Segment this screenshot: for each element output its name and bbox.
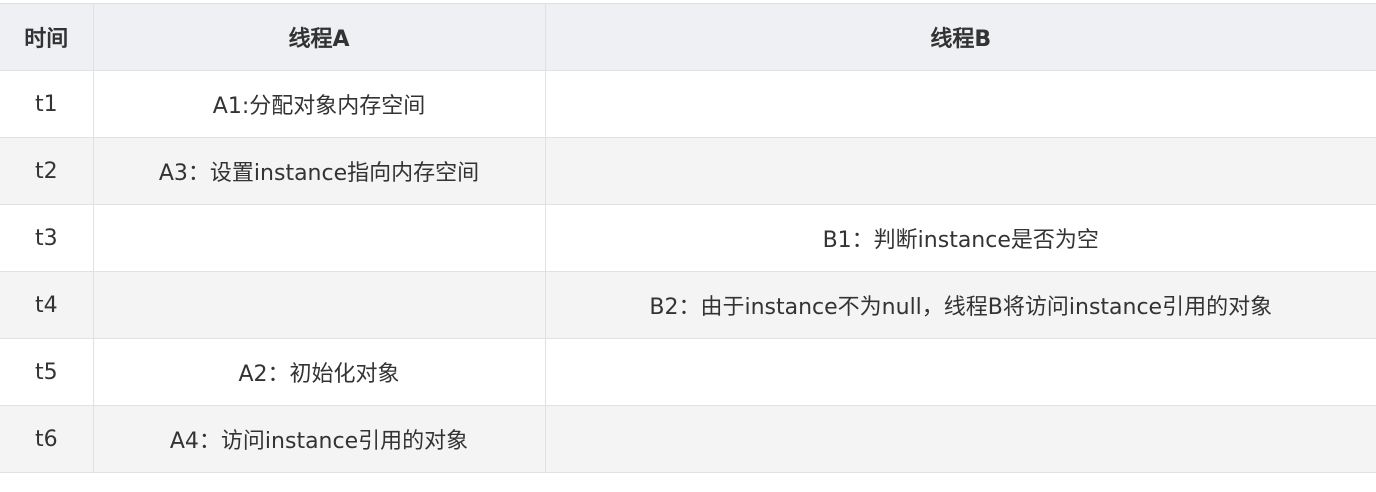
table-row: t6 A4：访问instance引用的对象	[0, 405, 1376, 473]
cell-thread-b	[544, 137, 1376, 205]
cell-thread-a	[92, 271, 546, 339]
cell-thread-a: A4：访问instance引用的对象	[92, 405, 546, 473]
table-row: t3 B1：判断instance是否为空	[0, 204, 1376, 272]
cell-time: t6	[0, 405, 94, 473]
cell-time: t2	[0, 137, 94, 205]
cell-thread-a: A3：设置instance指向内存空间	[92, 137, 546, 205]
cell-time: t3	[0, 204, 94, 272]
cell-thread-a: A2：初始化对象	[92, 338, 546, 406]
cell-thread-b: B1：判断instance是否为空	[544, 204, 1376, 272]
table-row: t4 B2：由于instance不为null，线程B将访问instance引用的…	[0, 271, 1376, 339]
table-row: t1 A1:分配对象内存空间	[0, 70, 1376, 138]
cell-thread-b: B2：由于instance不为null，线程B将访问instance引用的对象	[544, 271, 1376, 339]
cell-time: t1	[0, 70, 94, 138]
timeline-table-container: 时间 线程A 线程B t1 A1:分配对象内存空间 t2 A3：设置instan…	[0, 3, 1376, 473]
cell-time: t4	[0, 271, 94, 339]
table-row: t2 A3：设置instance指向内存空间	[0, 137, 1376, 205]
cell-time: t5	[0, 338, 94, 406]
cell-thread-b	[544, 405, 1376, 473]
header-thread-a: 线程A	[92, 3, 546, 71]
cell-thread-b	[544, 338, 1376, 406]
table-header-row: 时间 线程A 线程B	[0, 3, 1376, 71]
thread-timeline-table: 时间 线程A 线程B t1 A1:分配对象内存空间 t2 A3：设置instan…	[0, 3, 1376, 473]
cell-thread-a	[92, 204, 546, 272]
cell-thread-a: A1:分配对象内存空间	[92, 70, 546, 138]
table-row: t5 A2：初始化对象	[0, 338, 1376, 406]
cell-thread-b	[544, 70, 1376, 138]
header-time: 时间	[0, 3, 94, 71]
header-thread-b: 线程B	[544, 3, 1376, 71]
